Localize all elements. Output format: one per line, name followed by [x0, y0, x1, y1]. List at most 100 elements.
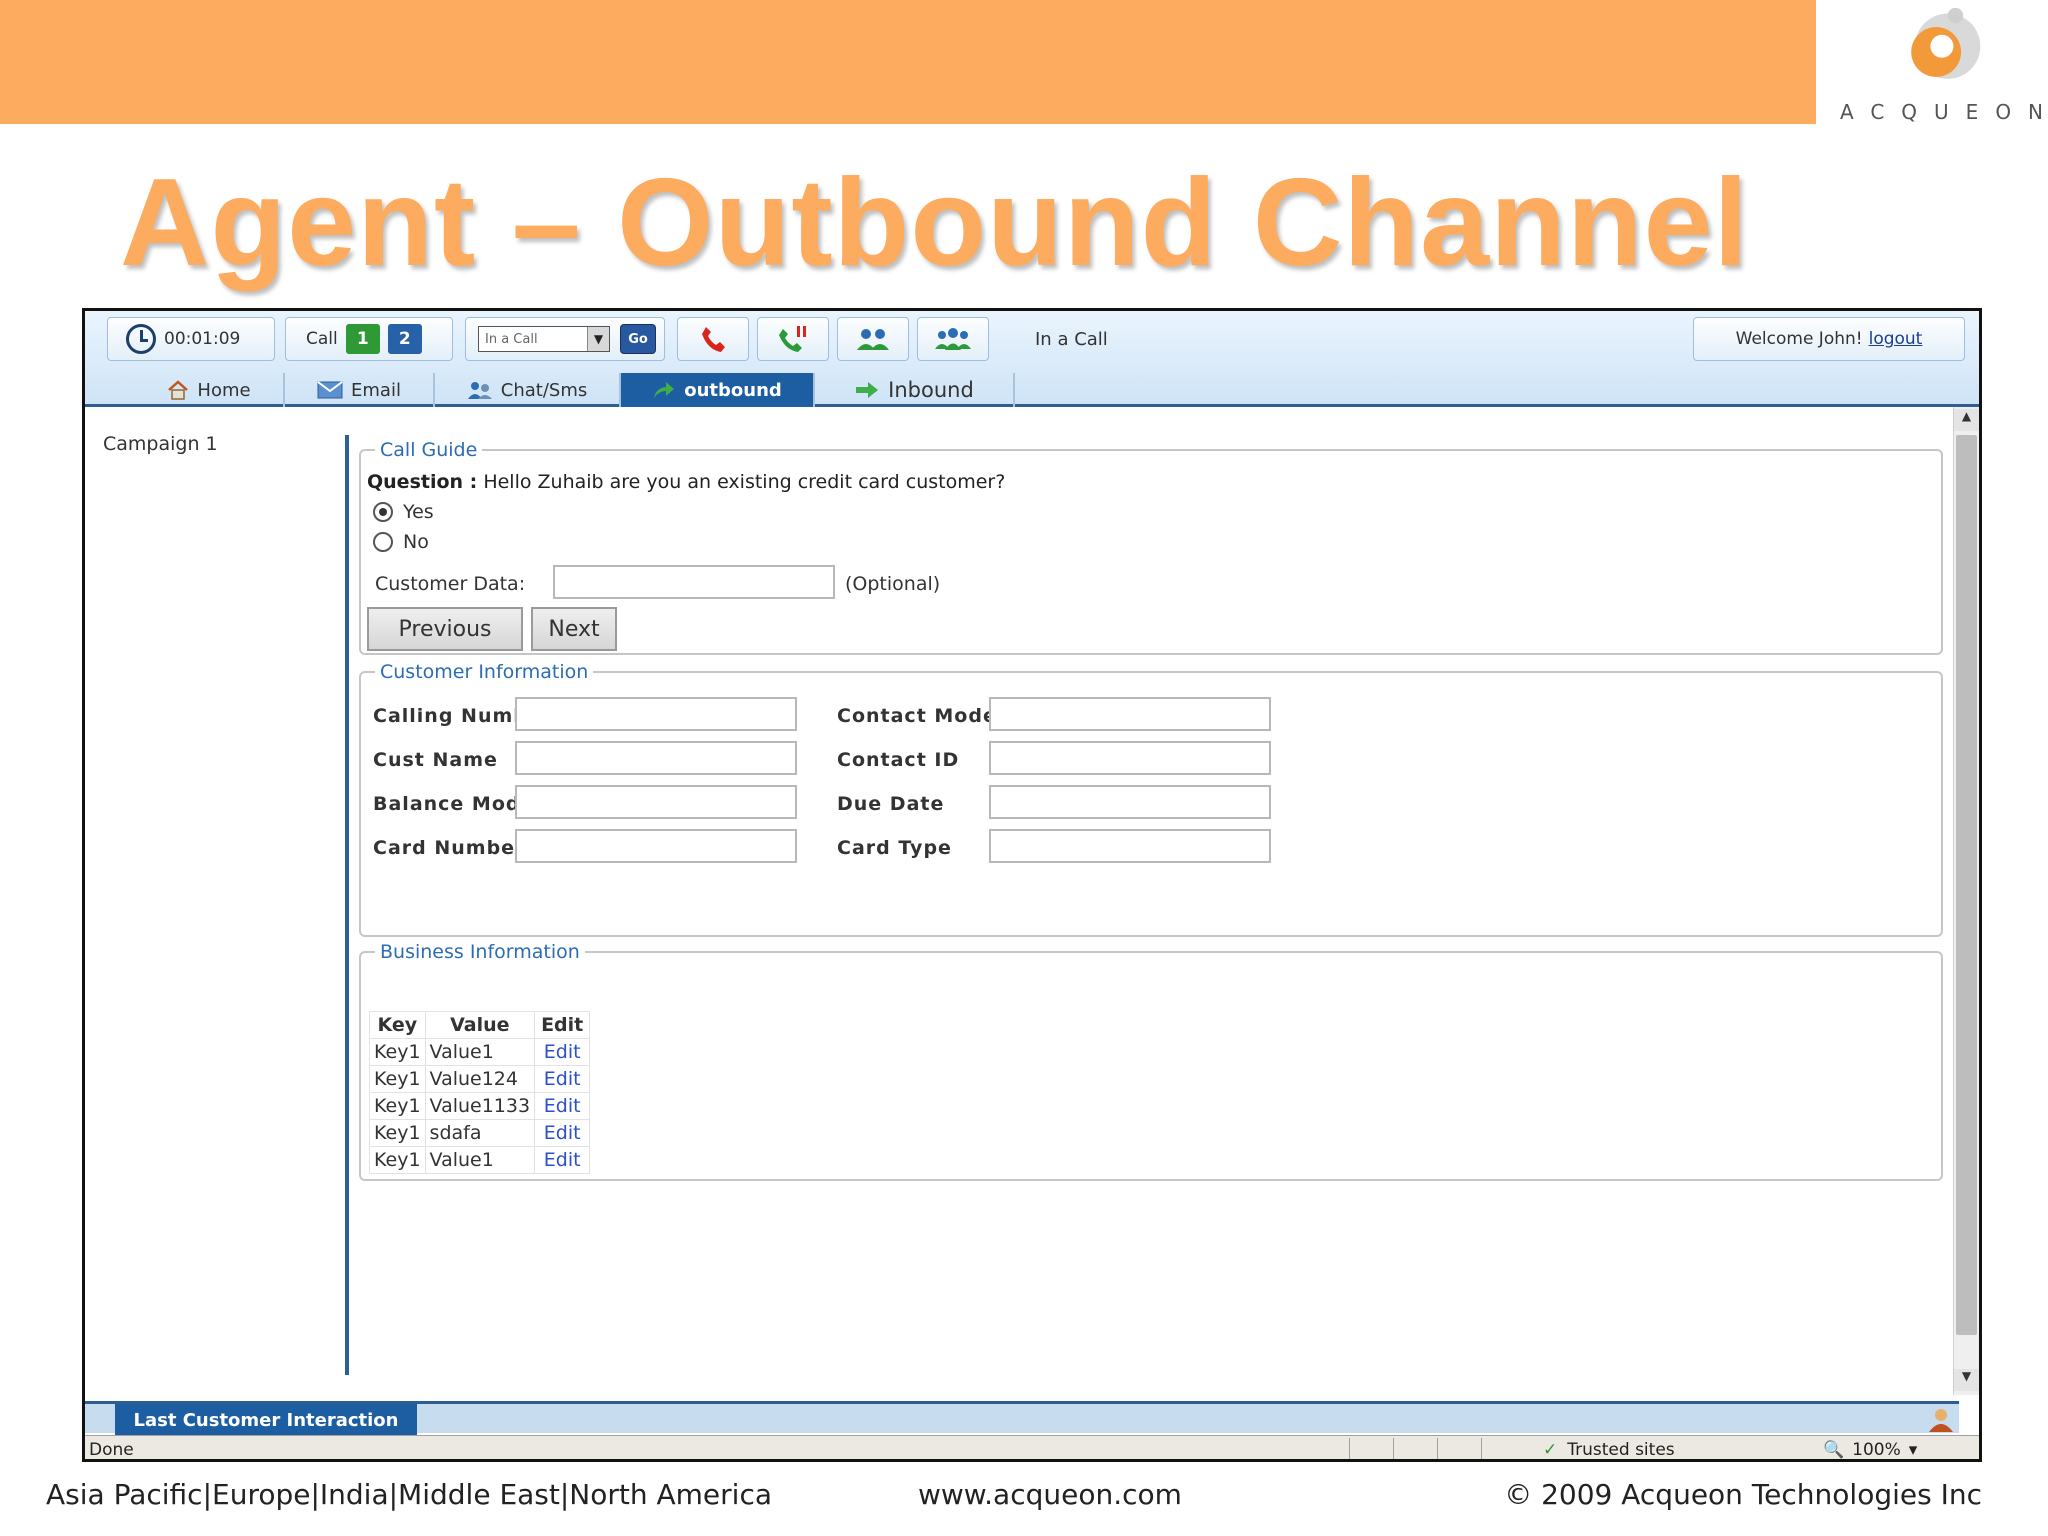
- conference-icon: [935, 328, 971, 350]
- previous-button[interactable]: Previous: [367, 607, 523, 651]
- vertical-scrollbar[interactable]: ▲ ▼: [1953, 407, 1979, 1395]
- radio-no[interactable]: [373, 532, 393, 552]
- hold-button[interactable]: [757, 317, 829, 361]
- radio-yes[interactable]: [373, 502, 393, 522]
- transfer-icon: [857, 329, 889, 350]
- call-timer: 00:01:09: [107, 317, 275, 361]
- dial-phone-icon: [702, 327, 725, 352]
- question-line: Question : Hello Zuhaib are you an exist…: [367, 471, 1005, 493]
- go-button[interactable]: Go: [620, 324, 656, 354]
- hold-phone-icon: [779, 326, 806, 352]
- chevron-down-icon[interactable]: ▾: [1909, 1440, 1918, 1459]
- balance-mode-label: Balance Mode: [373, 793, 535, 815]
- chevron-down-icon[interactable]: ▼: [587, 327, 609, 351]
- status-cell: [1437, 1438, 1479, 1459]
- table-row: Key1 Value1 Edit: [369, 1038, 591, 1066]
- card-type-field[interactable]: [989, 829, 1271, 863]
- transfer-button[interactable]: [837, 317, 909, 361]
- row-value: Value1: [424, 1038, 536, 1066]
- edit-link[interactable]: Edit: [534, 1119, 591, 1147]
- card-number-field[interactable]: [515, 829, 797, 863]
- campaign-item[interactable]: Campaign 1: [103, 433, 218, 455]
- home-icon: [168, 380, 189, 400]
- user-icon[interactable]: [1927, 1406, 1955, 1432]
- tab-outbound-label: outbound: [684, 379, 782, 401]
- tab-inbound[interactable]: Inbound: [815, 373, 1015, 407]
- security-zone-label: Trusted sites: [1567, 1440, 1675, 1460]
- tab-chat-sms[interactable]: Chat/Sms: [435, 373, 621, 407]
- contact-id-field[interactable]: [989, 741, 1271, 775]
- edit-link[interactable]: Edit: [534, 1065, 591, 1093]
- answer-no-option[interactable]: No: [373, 531, 429, 553]
- slide-title: Agent – Outbound Channel: [120, 154, 1749, 292]
- campaign-sidebar: Campaign 1: [85, 407, 349, 1387]
- customer-information-legend: Customer Information: [380, 661, 589, 683]
- agent-status-select[interactable]: In a Call ▼: [478, 326, 610, 352]
- agent-status-control: In a Call ▼ Go: [465, 317, 665, 361]
- logo-wordmark: ACQUEON: [1840, 100, 2048, 124]
- customer-data-input[interactable]: [553, 565, 835, 599]
- next-button[interactable]: Next: [531, 607, 617, 651]
- status-cell: [1481, 1438, 1523, 1459]
- status-cell: [1349, 1438, 1391, 1459]
- table-header-row: Key Value Edit: [369, 1011, 591, 1039]
- tab-email-label: Email: [351, 379, 401, 401]
- table-row: Key1 Value1 Edit: [369, 1146, 591, 1174]
- zoom-level: 100%: [1852, 1440, 1901, 1460]
- scroll-down-arrow-icon[interactable]: ▼: [1954, 1369, 1979, 1391]
- status-text: Done: [89, 1440, 134, 1460]
- app-window: 00:01:09 Call 1 2 In a Call ▼ Go In a Ca…: [82, 308, 1982, 1462]
- cust-name-field[interactable]: [515, 741, 797, 775]
- card-type-label: Card Type: [837, 837, 952, 859]
- tab-home[interactable]: Home: [135, 373, 285, 407]
- zoom-icon: 🔍: [1823, 1440, 1845, 1460]
- tab-chat-label: Chat/Sms: [500, 379, 588, 401]
- outbound-arrow-icon: [654, 382, 675, 398]
- footer-url[interactable]: www.acqueon.com: [918, 1478, 1182, 1511]
- row-value: Value1133: [424, 1092, 536, 1120]
- card-number-label: Card Number: [373, 837, 526, 859]
- business-information-legend: Business Information: [380, 941, 580, 963]
- welcome-panel: Welcome John! logout: [1693, 317, 1965, 361]
- logout-link[interactable]: logout: [1869, 329, 1923, 349]
- calling-number-field[interactable]: [515, 697, 797, 731]
- answer-yes-label: Yes: [403, 501, 434, 523]
- edit-link[interactable]: Edit: [534, 1038, 591, 1066]
- customer-data-label: Customer Data:: [375, 573, 526, 595]
- tab-outbound[interactable]: outbound: [621, 373, 815, 407]
- call-guide-panel: Call Guide Question : Hello Zuhaib are y…: [359, 439, 1943, 655]
- browser-status-bar: Done ✓ Trusted sites 🔍 100% ▾: [85, 1435, 1979, 1460]
- checkmark-icon: ✓: [1543, 1440, 1558, 1460]
- scroll-thumb[interactable]: [1956, 435, 1977, 1335]
- contact-mode-field[interactable]: [989, 697, 1271, 731]
- column-header-key: Key: [369, 1011, 426, 1039]
- question-label: Question :: [367, 471, 478, 493]
- tab-home-label: Home: [197, 379, 251, 401]
- header-band: [0, 0, 1816, 124]
- scroll-up-arrow-icon[interactable]: ▲: [1954, 409, 1979, 431]
- last-customer-interaction-tab[interactable]: Last Customer Interaction: [115, 1404, 417, 1436]
- line-1-button[interactable]: 1: [345, 324, 380, 354]
- conference-button[interactable]: [917, 317, 989, 361]
- cust-name-label: Cust Name: [373, 749, 498, 771]
- interaction-bar: Last Customer Interaction: [85, 1401, 1959, 1436]
- dial-button[interactable]: [677, 317, 749, 361]
- line-2-button[interactable]: 2: [387, 324, 422, 354]
- logo-mark-icon: [1911, 7, 1981, 79]
- contact-id-label: Contact ID: [837, 749, 960, 771]
- business-info-table: Key Value Edit Key1 Value1 Edit Key1 Val…: [369, 1011, 591, 1174]
- edit-link[interactable]: Edit: [534, 1092, 591, 1120]
- row-value: Value1: [424, 1146, 536, 1174]
- due-date-field[interactable]: [989, 785, 1271, 819]
- balance-mode-field[interactable]: [515, 785, 797, 819]
- table-row: Key1 Value124 Edit: [369, 1065, 591, 1093]
- edit-link[interactable]: Edit: [534, 1146, 591, 1174]
- tab-email[interactable]: Email: [285, 373, 435, 407]
- business-information-panel: Business Information Key Value Edit Key1…: [359, 941, 1943, 1181]
- question-text: Hello Zuhaib are you an existing credit …: [483, 471, 1006, 493]
- answer-no-label: No: [403, 531, 429, 553]
- welcome-text: Welcome John!: [1735, 329, 1863, 349]
- zoom-control[interactable]: 🔍 100% ▾: [1823, 1440, 1918, 1460]
- column-header-value: Value: [424, 1011, 536, 1039]
- answer-yes-option[interactable]: Yes: [373, 501, 434, 523]
